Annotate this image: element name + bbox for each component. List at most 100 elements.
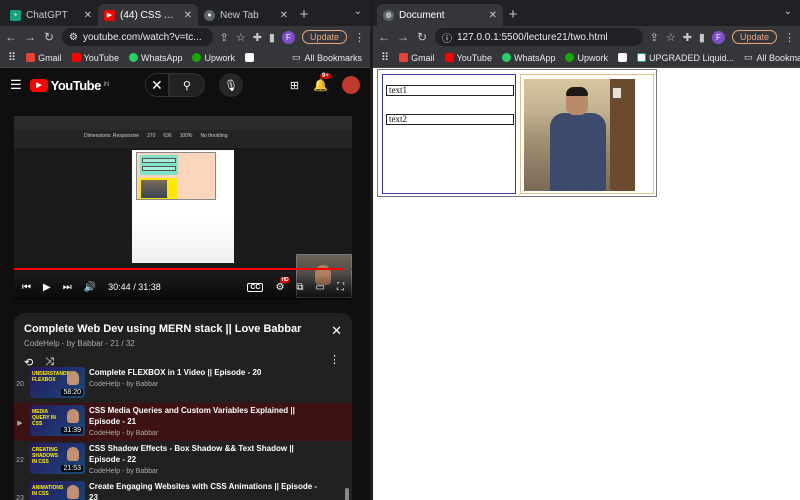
bookmarks-bar: ⠿ Gmail YouTube WhatsApp Upwork UPGRADED… — [373, 48, 800, 68]
profile-avatar[interactable]: F — [281, 30, 295, 44]
list-item[interactable]: 23 ANIMATIONS IN CSS Create Engaging Web… — [14, 479, 352, 500]
video-thumbnail[interactable]: UNDERSTANDING FLEXBOX 58:20 — [30, 367, 85, 398]
video-title[interactable]: CSS Media Queries and Custom Variables E… — [89, 405, 322, 427]
new-tab-button[interactable]: + — [294, 4, 314, 26]
bookmark-youtube[interactable]: YouTube — [444, 53, 492, 63]
progress-bar[interactable] — [14, 268, 352, 270]
item-index: 23 — [16, 495, 24, 500]
address-bar[interactable]: ⚙ youtube.com/watch?v=tc... — [62, 28, 213, 46]
video-title[interactable]: CSS Shadow Effects - Box Shadow && Text … — [89, 443, 322, 465]
create-video-icon[interactable]: ⊞ — [290, 79, 299, 92]
all-bookmarks[interactable]: ▭All Bookmarks — [744, 52, 800, 63]
close-icon[interactable]: ✕ — [184, 10, 192, 21]
bookmark-whatsapp[interactable]: WhatsApp — [128, 53, 182, 63]
item-index: 20 — [16, 381, 24, 388]
video-player[interactable]: Dimensions: Responsive 370 636 100% No t… — [14, 116, 352, 300]
tab-document[interactable]: ◍ Document ✕ — [377, 4, 503, 26]
thumbnail-label: UNDERSTANDING FLEXBOX — [32, 371, 76, 383]
share-icon[interactable]: ⇪ — [220, 31, 229, 44]
channel-name: CodeHelp - by Babbar — [89, 381, 159, 388]
extensions-icon[interactable]: ✚ — [683, 31, 692, 44]
playlist-title[interactable]: Complete Web Dev using MERN stack || Lov… — [24, 323, 342, 335]
tab-new-tab[interactable]: ● New Tab ✕ — [198, 4, 294, 26]
side-panel-icon[interactable]: ▮ — [269, 31, 275, 44]
extensions-icon[interactable]: ✚ — [253, 31, 262, 44]
chevron-down-icon[interactable]: ⌄ — [354, 6, 362, 17]
progress-fill — [14, 268, 343, 270]
site-info-icon[interactable]: ⚙ — [69, 32, 78, 43]
close-icon[interactable]: ✕ — [331, 323, 342, 339]
more-menu-icon[interactable]: ⋮ — [784, 31, 795, 44]
volume-icon[interactable]: 🔊 — [84, 282, 96, 293]
address-bar[interactable]: ⓘ 127.0.0.1:5500/lecture21/two.html — [435, 28, 643, 46]
back-icon[interactable]: ← — [378, 30, 390, 44]
bookmark-gmail[interactable]: Gmail — [399, 53, 435, 63]
outer-container: text1 text2 — [377, 69, 657, 197]
bookmark-gmail[interactable]: Gmail — [26, 53, 62, 63]
list-item-current[interactable]: ▶ MEDIA QUERY IN CSS 31:39 CSS Media Que… — [14, 403, 352, 441]
side-panel-icon[interactable]: ▮ — [699, 31, 705, 44]
search-icon[interactable]: ⚲ — [168, 73, 205, 97]
tab-youtube[interactable]: ▶ (44) CSS Media Qu ✕ — [98, 4, 198, 26]
captions-icon[interactable]: CC — [247, 282, 264, 292]
back-icon[interactable]: ← — [5, 30, 17, 44]
region-code: IN — [103, 82, 110, 88]
notifications-bell-icon[interactable]: 🔔 9+ — [313, 73, 331, 92]
forward-icon[interactable]: → — [24, 30, 36, 44]
bookmark-unnamed[interactable] — [245, 53, 254, 62]
reload-icon[interactable]: ↻ — [416, 30, 428, 44]
channel-name: CodeHelp - by Babbar — [89, 430, 159, 437]
bookmark-whatsapp[interactable]: WhatsApp — [501, 53, 555, 63]
clear-search-icon[interactable]: ✕ — [144, 73, 169, 97]
settings-gear-icon[interactable]: ⚙ HD — [275, 276, 290, 293]
bookmark-star-icon[interactable]: ☆ — [666, 31, 676, 44]
bookmark-upgraded-liquid[interactable]: UPGRADED Liquid... — [637, 53, 734, 63]
update-button[interactable]: Update — [731, 30, 777, 44]
bookmark-upwork[interactable]: Upwork — [565, 53, 608, 63]
close-icon[interactable]: ✕ — [489, 10, 497, 21]
new-tab-button[interactable]: + — [503, 4, 523, 26]
bookmark-star-icon[interactable]: ☆ — [236, 31, 246, 44]
tab-chatgpt[interactable]: ✦ ChatGPT ✕ — [4, 4, 98, 26]
more-menu-icon[interactable]: ⋮ — [354, 31, 365, 44]
fullscreen-icon[interactable]: ⛶ — [337, 282, 344, 293]
now-playing-icon: ▶ — [17, 420, 23, 427]
info-icon[interactable]: ⓘ — [442, 30, 452, 45]
list-item[interactable]: 22 CREATING SHADOWS IN CSS 21:53 CSS Sha… — [14, 441, 352, 479]
share-icon[interactable]: ⇪ — [650, 31, 659, 44]
next-icon[interactable]: ⏭ — [63, 282, 72, 293]
update-button[interactable]: Update — [301, 30, 347, 44]
close-icon[interactable]: ✕ — [280, 10, 288, 21]
bookmark-upwork[interactable]: Upwork — [192, 53, 235, 63]
scrollbar[interactable] — [345, 488, 349, 500]
bookmark-unnamed[interactable] — [618, 53, 627, 62]
tab-title: ChatGPT — [26, 9, 68, 21]
video-thumbnail[interactable]: MEDIA QUERY IN CSS 31:39 — [30, 405, 85, 436]
site-icon — [618, 53, 627, 62]
time-display: 30:44 / 31:38 — [108, 282, 161, 292]
forward-icon[interactable]: → — [397, 30, 409, 44]
miniplayer-icon[interactable]: ⧉ — [296, 282, 303, 293]
list-item[interactable]: 20 UNDERSTANDING FLEXBOX 58:20 Complete … — [14, 365, 352, 403]
bookmark-label: UPGRADED Liquid... — [649, 52, 735, 63]
apps-grid-icon[interactable]: ⠿ — [381, 51, 389, 64]
youtube-logo[interactable]: ▶ YouTube IN — [29, 78, 110, 93]
avatar[interactable] — [342, 76, 360, 94]
apps-grid-icon[interactable]: ⠿ — [8, 51, 16, 64]
video-title[interactable]: Create Engaging Websites with CSS Animat… — [89, 481, 322, 500]
video-thumbnail[interactable]: CREATING SHADOWS IN CSS 21:53 — [30, 443, 85, 474]
theater-mode-icon[interactable]: ▭ — [316, 282, 325, 293]
hamburger-menu-icon[interactable]: ☰ — [10, 77, 22, 93]
close-icon[interactable]: ✕ — [84, 10, 92, 21]
previous-icon[interactable]: ⏮ — [22, 282, 31, 293]
reload-icon[interactable]: ↻ — [43, 30, 55, 44]
chevron-down-icon[interactable]: ⌄ — [784, 6, 792, 17]
inner-label: 636 — [163, 133, 172, 139]
video-thumbnail[interactable]: ANIMATIONS IN CSS — [30, 481, 85, 500]
profile-avatar[interactable]: F — [711, 30, 725, 44]
play-icon[interactable]: ▶ — [43, 282, 51, 293]
microphone-icon[interactable]: 🎙 — [218, 73, 243, 97]
all-bookmarks[interactable]: ▭All Bookmarks — [292, 52, 362, 63]
bookmark-youtube[interactable]: YouTube — [71, 53, 119, 63]
video-title[interactable]: Complete FLEXBOX in 1 Video || Episode -… — [89, 367, 322, 378]
